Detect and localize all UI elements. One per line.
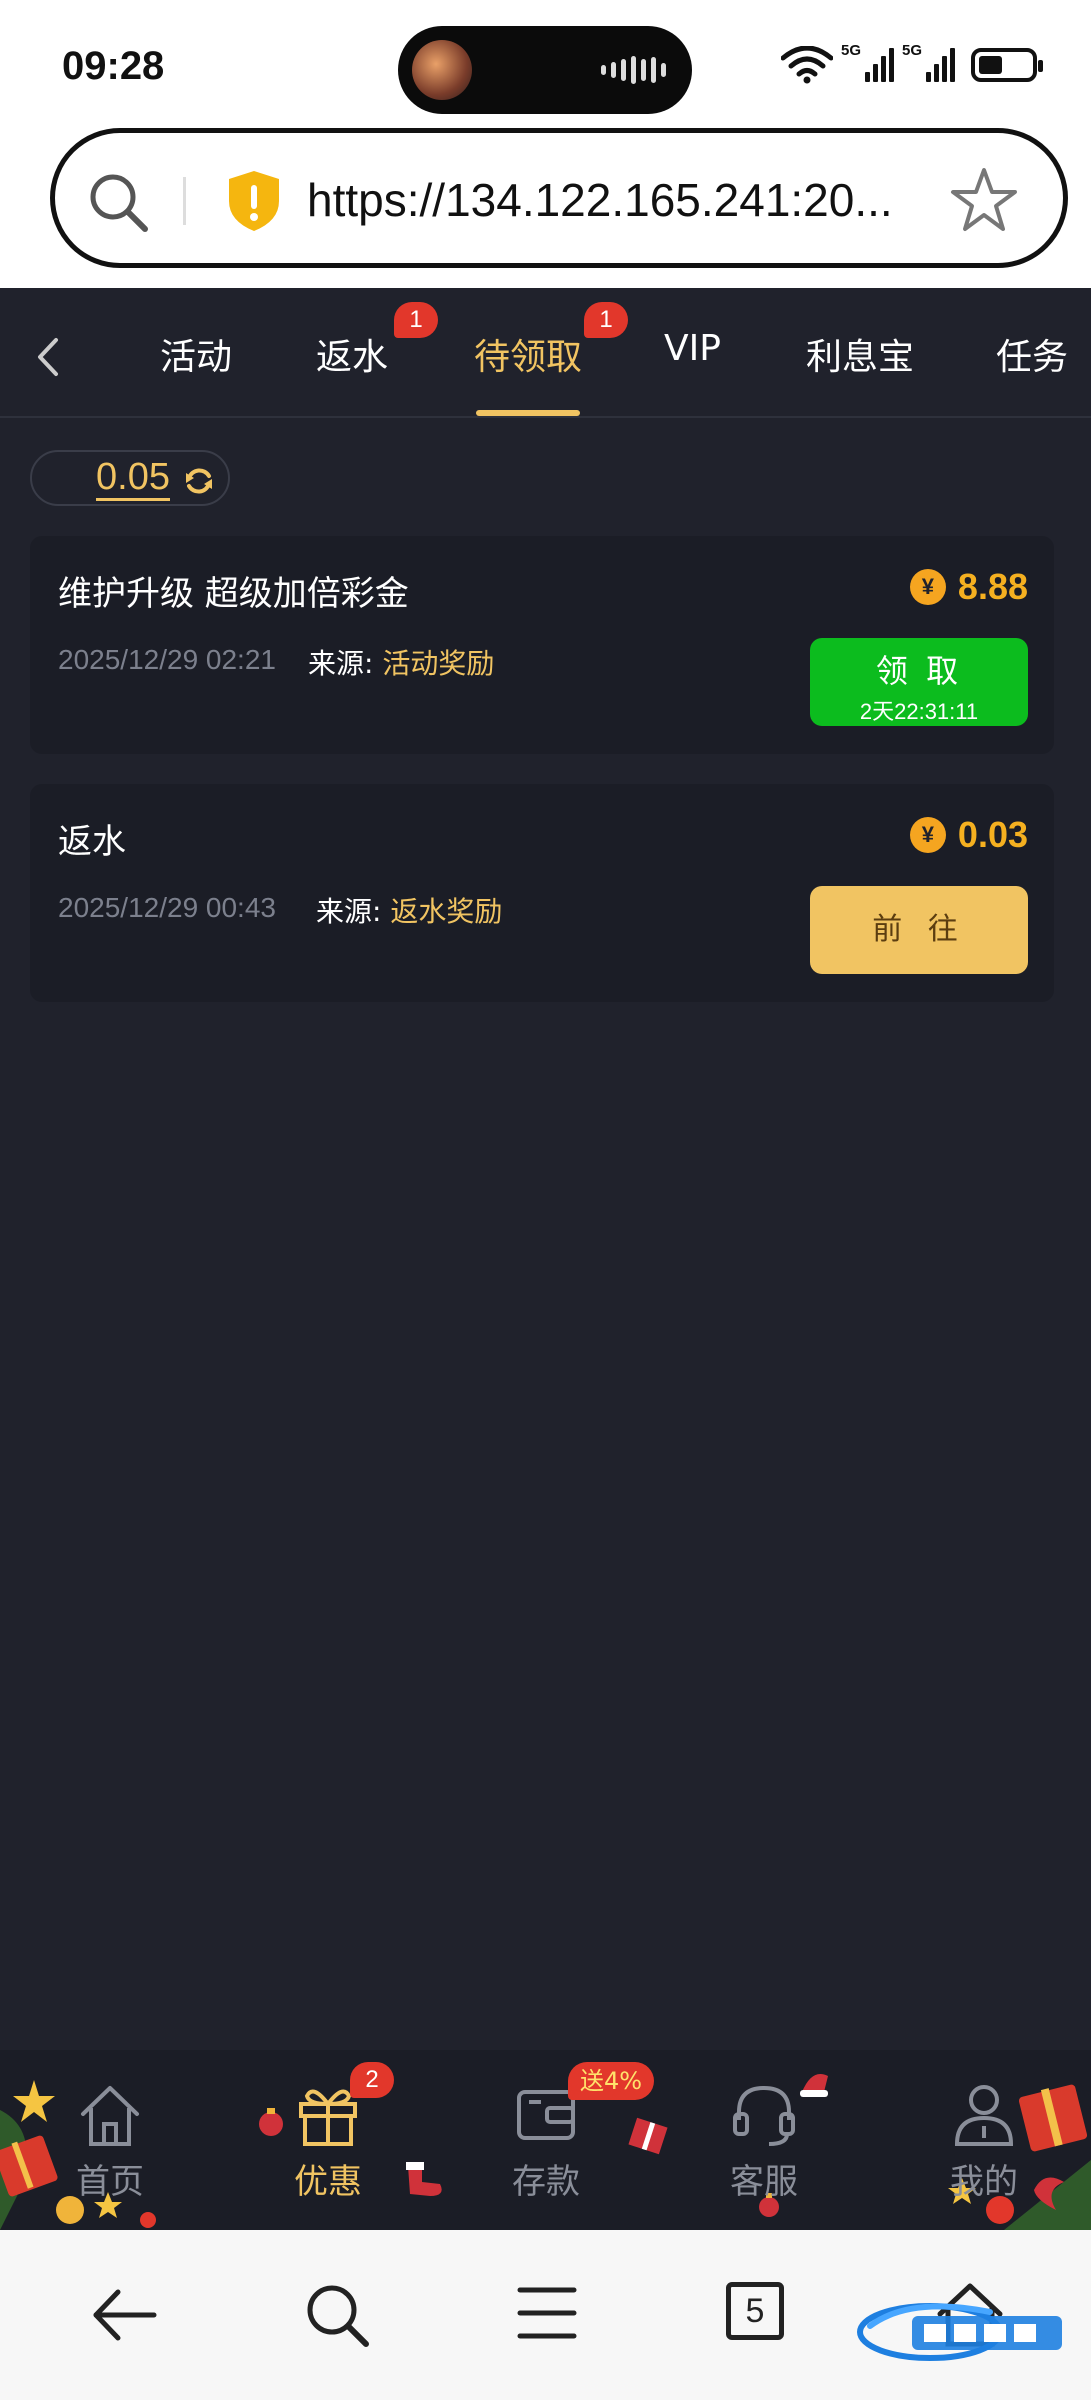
go-button[interactable]: 前 往 [810,886,1028,974]
user-icon [954,2085,1014,2146]
reward-title: 返水 [58,822,126,862]
nav-promotions[interactable]: 优惠 [258,2080,398,2203]
claim-countdown: 2天22:31:11 [859,699,979,724]
balance-value: 0.05 [96,456,170,501]
status-bar: 09:28 5G 5G [0,0,1091,120]
reward-amount-value: 8.88 [957,566,1028,607]
audio-wave-icon [601,56,666,84]
cellular-signal-icon: 5G [902,42,955,82]
reward-date: 2025/12/29 00:43 [58,892,276,923]
battery-level [979,56,1002,74]
reward-date: 2025/12/29 02:21 [58,644,276,675]
stocking-icon [406,2162,442,2196]
nav-profile[interactable]: 我的 [914,2080,1054,2203]
headset-icon [733,2085,795,2146]
cellular-signal-icon: 5G [841,42,894,82]
reward-source-link: 返水奖励 [390,895,503,928]
tabs-count-button[interactable]: 5 [726,2282,784,2340]
media-avatar [412,40,472,100]
url-text[interactable]: https://134.122.165.241:20... [307,173,917,227]
browser-toolbar: https://134.122.165.241:20... [0,120,1091,288]
battery-icon [971,48,1043,82]
tab-interest[interactable]: 利息宝 [806,328,914,380]
gift-box-icon [628,2117,668,2155]
claim-button[interactable]: 领 取 2天22:31:11 [810,638,1028,726]
deposit-bonus-badge: 送4% [568,2062,655,2100]
balance-pill: 0.05 [30,450,230,506]
reward-amount: ¥ 0.03 [909,814,1028,856]
tab-pending-claim[interactable]: 待领取 [474,328,582,380]
back-arrow-icon[interactable] [88,2280,160,2350]
coin-icon: ¥ [909,817,946,853]
bookmark-star-icon[interactable] [949,165,1019,235]
reward-source-link: 活动奖励 [382,647,495,680]
bottom-navigation: 首页 优惠 2 存款 送4% 客服 我的 [0,2050,1091,2230]
back-arrow-icon[interactable] [28,332,68,382]
divider [183,177,186,225]
reward-card: 维护升级 超级加倍彩金 2025/12/29 02:21 来源: 活动奖励 ¥ … [30,536,1054,754]
promotions-badge: 2 [350,2062,394,2098]
wifi-icon [781,46,833,84]
menu-icon[interactable] [512,2280,582,2346]
home-icon [81,2086,139,2146]
tab-rebate-badge: 1 [394,302,438,338]
tab-activities[interactable]: 活动 [160,328,232,380]
tab-vip[interactable]: VIP [664,328,721,369]
reward-source: 来源: 返水奖励 [316,895,503,928]
reward-title: 维护升级 超级加倍彩金 [58,574,409,614]
tab-tasks[interactable]: 任务 [996,328,1068,380]
refresh-icon[interactable] [182,464,216,498]
active-tab-indicator [476,410,580,416]
search-icon[interactable] [87,171,151,235]
system-icons: 5G 5G [781,42,1043,84]
tab-pending-claim-badge: 1 [584,302,628,338]
tab-rebate[interactable]: 返水 [316,328,388,380]
address-bar[interactable]: https://134.122.165.241:20... [50,128,1068,268]
search-icon[interactable] [302,2280,374,2352]
reward-amount: ¥ 8.88 [909,566,1028,608]
nav-home[interactable]: 首页 [40,2080,180,2203]
dynamic-island [398,26,692,114]
nav-customer-service[interactable]: 客服 [694,2080,834,2203]
shield-warning-icon[interactable] [225,169,283,233]
clock: 09:28 [62,44,165,88]
reward-card: 返水 2025/12/29 00:43 来源: 返水奖励 ¥ 0.03 前 往 [30,784,1054,1002]
reward-source: 来源: 活动奖励 [308,647,495,680]
watermark-logo [857,2303,1062,2361]
coin-icon: ¥ [909,569,946,605]
reward-amount-value: 0.03 [957,814,1028,855]
category-tabs: 活动 返水 1 待领取 1 VIP 利息宝 任务 [0,288,1091,418]
